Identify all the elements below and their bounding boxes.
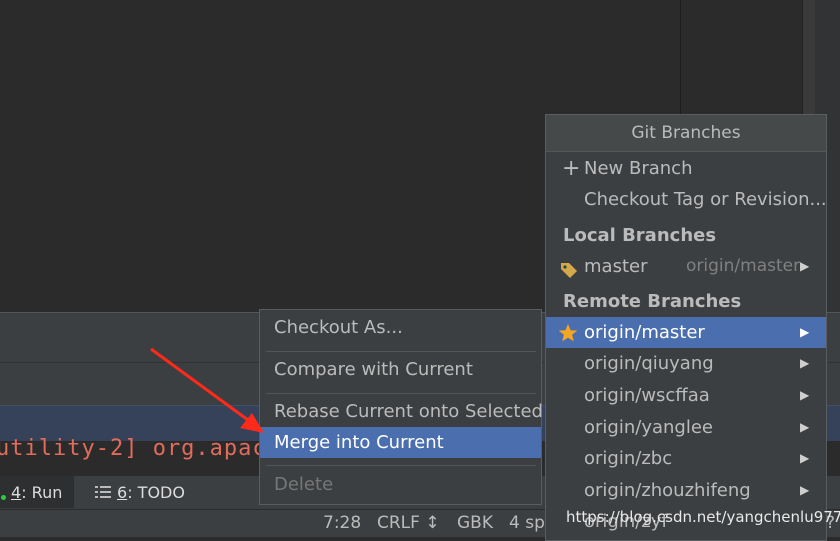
annotation-arrow-icon [150, 347, 264, 433]
watermark: https://blog.csdn.net/yangchenlu9774 [566, 508, 840, 526]
